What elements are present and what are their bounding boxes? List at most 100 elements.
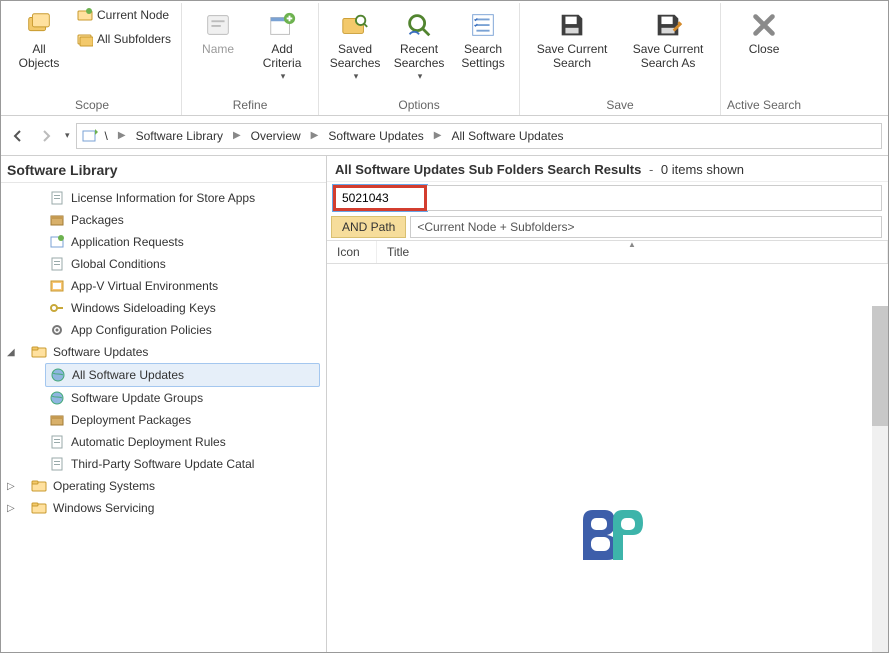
folder-search-icon bbox=[339, 9, 371, 41]
search-row bbox=[327, 182, 888, 214]
criteria-row: AND Path <Current Node + Subfolders> bbox=[327, 214, 888, 241]
chevron-right-icon: ▶ bbox=[114, 130, 130, 141]
save-as-icon bbox=[652, 9, 684, 41]
criteria-and-path[interactable]: AND Path bbox=[331, 216, 406, 238]
search-input[interactable] bbox=[333, 185, 427, 211]
key-icon bbox=[49, 300, 65, 316]
folder-icon bbox=[31, 500, 47, 516]
saved-searches-button[interactable]: Saved Searches ▾ bbox=[325, 5, 385, 83]
add-criteria-label: Add Criteria bbox=[263, 43, 302, 71]
subfolders-icon bbox=[77, 31, 93, 47]
home-icon[interactable] bbox=[81, 127, 99, 145]
tree-item-label: Software Updates bbox=[53, 345, 148, 359]
node-icon bbox=[77, 7, 93, 23]
main: Software Library License Information for… bbox=[1, 156, 888, 652]
name-label: Name bbox=[202, 43, 234, 57]
search-recent-icon bbox=[403, 9, 435, 41]
column-title[interactable]: ▲ Title bbox=[377, 241, 888, 263]
ribbon-group-scope: All Objects Current Node All Subfolders … bbox=[3, 3, 182, 115]
tree-item-label: App Configuration Policies bbox=[71, 323, 212, 337]
globe-icon bbox=[50, 367, 66, 383]
add-criteria-button[interactable]: Add Criteria ▾ bbox=[252, 5, 312, 83]
tree-item[interactable]: License Information for Store Apps bbox=[1, 187, 326, 209]
tree-item[interactable]: Global Conditions bbox=[1, 253, 326, 275]
scrollbar-thumb[interactable] bbox=[872, 306, 888, 426]
results-list bbox=[327, 264, 888, 652]
ribbon-group-options: Saved Searches ▾ Recent Searches ▾ Searc… bbox=[319, 3, 520, 115]
tree-item[interactable]: Software Update Groups bbox=[1, 387, 326, 409]
forward-button[interactable] bbox=[35, 125, 57, 147]
box-icon bbox=[49, 212, 65, 228]
tree-item[interactable]: ▷Windows Servicing bbox=[1, 497, 326, 519]
all-subfolders-button[interactable]: All Subfolders bbox=[73, 29, 175, 49]
tree-item[interactable]: ◢ Software Updates bbox=[1, 341, 326, 363]
current-node-button[interactable]: Current Node bbox=[73, 5, 175, 25]
column-headers: Icon ▲ Title bbox=[327, 241, 888, 264]
breadcrumb-item[interactable]: All Software Updates bbox=[447, 127, 567, 145]
breadcrumb-item[interactable]: Software Library bbox=[132, 127, 227, 145]
recent-searches-label: Recent Searches bbox=[394, 43, 445, 71]
results-title: All Software Updates Sub Folders Search … bbox=[335, 162, 641, 177]
tree-item-label: Packages bbox=[71, 213, 124, 227]
address-bar: ▾ \ ▶ Software Library ▶ Overview ▶ Soft… bbox=[1, 116, 888, 156]
collapse-icon[interactable]: ◢ bbox=[7, 347, 21, 358]
tree-item-label: Operating Systems bbox=[53, 479, 155, 493]
save-icon bbox=[556, 9, 588, 41]
doc-icon bbox=[49, 256, 65, 272]
tree-item[interactable]: ▷ Operating Systems bbox=[1, 475, 326, 497]
breadcrumb-root[interactable]: \ bbox=[101, 127, 112, 145]
save-current-search-button[interactable]: Save Current Search bbox=[526, 5, 618, 73]
tree-item[interactable]: App Configuration Policies bbox=[1, 319, 326, 341]
tree-item[interactable]: Application Requests bbox=[1, 231, 326, 253]
content-pane: All Software Updates Sub Folders Search … bbox=[327, 156, 888, 652]
ribbon: All Objects Current Node All Subfolders … bbox=[1, 1, 888, 116]
search-settings-button[interactable]: Search Settings bbox=[453, 5, 513, 73]
tree-item-label: App-V Virtual Environments bbox=[71, 279, 218, 293]
sort-indicator-icon: ▲ bbox=[628, 240, 636, 249]
tree-item[interactable]: App-V Virtual Environments bbox=[1, 275, 326, 297]
tree-item[interactable]: Packages bbox=[1, 209, 326, 231]
ribbon-group-save: Save Current Search Save Current Search … bbox=[520, 3, 721, 115]
column-icon[interactable]: Icon bbox=[327, 241, 377, 263]
tree-item[interactable]: Deployment Packages bbox=[1, 409, 326, 431]
chevron-right-icon: ▶ bbox=[430, 130, 446, 141]
tree-item-label: All Software Updates bbox=[72, 368, 184, 382]
search-settings-label: Search Settings bbox=[461, 43, 504, 71]
watermark-logo-icon bbox=[573, 505, 643, 568]
tree-item-label: License Information for Store Apps bbox=[71, 191, 255, 205]
gear-icon bbox=[49, 322, 65, 338]
tree-item[interactable]: Third-Party Software Update Catal bbox=[1, 453, 326, 475]
breadcrumb-item[interactable]: Software Updates bbox=[324, 127, 427, 145]
add-criteria-icon bbox=[266, 9, 298, 41]
breadcrumb-item[interactable]: Overview bbox=[247, 127, 305, 145]
tree-item[interactable]: Windows Sideloading Keys bbox=[1, 297, 326, 319]
folder-icon bbox=[31, 344, 47, 360]
folders-icon bbox=[23, 9, 55, 41]
criteria-value[interactable]: <Current Node + Subfolders> bbox=[410, 216, 882, 238]
breadcrumb[interactable]: \ ▶ Software Library ▶ Overview ▶ Softwa… bbox=[76, 123, 882, 149]
vertical-scrollbar[interactable] bbox=[872, 306, 888, 652]
close-button[interactable]: Close bbox=[734, 5, 794, 59]
chevron-right-icon: ▶ bbox=[307, 130, 323, 141]
expand-icon[interactable]: ▷ bbox=[7, 481, 21, 492]
back-button[interactable] bbox=[7, 125, 29, 147]
close-label: Close bbox=[749, 43, 780, 57]
search-input-extra[interactable] bbox=[427, 185, 882, 211]
tree-item-label: Software Update Groups bbox=[71, 391, 203, 405]
all-objects-button[interactable]: All Objects bbox=[9, 5, 69, 73]
tree-item-label: Deployment Packages bbox=[71, 413, 191, 427]
history-dropdown-icon[interactable]: ▾ bbox=[65, 130, 70, 141]
nav-tree[interactable]: License Information for Store Apps Packag… bbox=[1, 183, 326, 652]
save-current-search-label: Save Current Search bbox=[537, 43, 608, 71]
tree-item-label: Automatic Deployment Rules bbox=[71, 435, 226, 449]
ribbon-group-refine: Name Add Criteria ▾ Refine bbox=[182, 3, 319, 115]
tree-item-selected[interactable]: All Software Updates bbox=[45, 363, 320, 387]
tree-item[interactable]: Automatic Deployment Rules bbox=[1, 431, 326, 453]
save-current-search-as-button[interactable]: Save Current Search As bbox=[622, 5, 714, 73]
expand-icon[interactable]: ▷ bbox=[7, 503, 21, 514]
all-objects-label: All Objects bbox=[19, 43, 60, 71]
settings-list-icon bbox=[467, 9, 499, 41]
recent-searches-button[interactable]: Recent Searches ▾ bbox=[389, 5, 449, 83]
name-button[interactable]: Name bbox=[188, 5, 248, 59]
column-title-label: Title bbox=[387, 245, 409, 259]
